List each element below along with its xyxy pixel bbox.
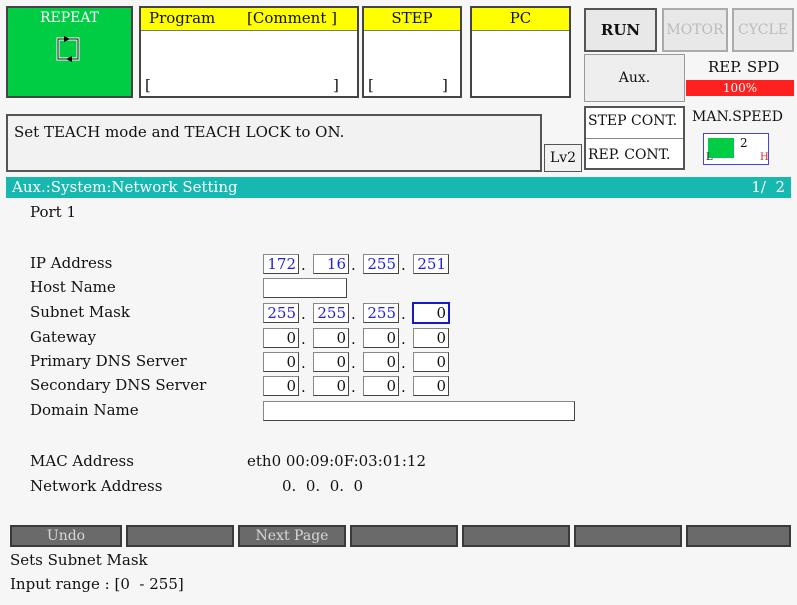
program-bracket-right: ] (333, 76, 339, 94)
subnet-dot: . (401, 305, 406, 323)
mac-address-label: MAC Address (30, 452, 134, 470)
comment-label: [Comment ] (247, 9, 337, 27)
port-label: Port 1 (30, 203, 77, 221)
gateway-dot: . (401, 330, 406, 348)
program-panel[interactable]: Program [Comment ] [ ] (139, 6, 359, 98)
page-indicator: 1/ 2 (751, 178, 785, 196)
dns2-octet-4[interactable]: 0 (413, 376, 449, 396)
function-key-2[interactable] (126, 525, 234, 547)
domain-name-field[interactable] (263, 401, 575, 421)
subnet-octet-3[interactable]: 255 (363, 303, 399, 323)
man-speed-gauge[interactable]: 2 L H (703, 133, 769, 165)
gateway-dot: . (301, 330, 306, 348)
ip-dot: . (351, 256, 356, 274)
pc-label: PC (472, 8, 569, 31)
screen-title-bar: Aux.:System:Network Setting 1/ 2 (6, 177, 791, 198)
run-button[interactable]: RUN (584, 8, 657, 52)
rep-spd-label: REP. SPD (708, 58, 780, 76)
host-name-field[interactable] (263, 278, 347, 298)
next-page-button[interactable]: Next Page (238, 525, 346, 547)
host-name-label: Host Name (30, 278, 116, 296)
dns2-dot: . (401, 378, 406, 396)
mac-address-value: eth0 00:09:0F:03:01:12 (247, 452, 426, 470)
gateway-octet-3[interactable]: 0 (363, 328, 399, 348)
subnet-octet-2[interactable]: 255 (313, 303, 349, 323)
dns1-octet-3[interactable]: 0 (363, 352, 399, 372)
gateway-octet-1[interactable]: 0 (263, 328, 299, 348)
subnet-octet-4[interactable]: 0 (412, 302, 450, 324)
cont-panel[interactable]: STEP CONT. REP. CONT. (584, 106, 685, 170)
pc-panel: PC (470, 6, 571, 98)
step-label: STEP (364, 8, 460, 31)
dns1-dot: . (401, 354, 406, 372)
ip-octet-2[interactable]: 16 (313, 254, 349, 274)
program-label: Program (149, 9, 216, 27)
man-speed-label: MAN.SPEED (692, 109, 783, 125)
subnet-octet-1[interactable]: 255 (263, 303, 299, 323)
man-speed-value: 2 (740, 136, 748, 150)
repeat-label: REPEAT (39, 10, 100, 26)
network-address-label: Network Address (30, 477, 163, 495)
gateway-octet-4[interactable]: 0 (413, 328, 449, 348)
rep-spd-value: 100% (686, 80, 794, 96)
dns2-dot: . (351, 378, 356, 396)
dns1-octet-2[interactable]: 0 (313, 352, 349, 372)
program-bracket-left: [ (145, 76, 151, 94)
dns1-octet-4[interactable]: 0 (413, 352, 449, 372)
network-address-value: 0. 0. 0. 0 (282, 477, 364, 495)
function-key-6[interactable] (574, 525, 682, 547)
dns2-octet-3[interactable]: 0 (363, 376, 399, 396)
subnet-mask-label: Subnet Mask (30, 303, 130, 321)
subnet-dot: . (301, 305, 306, 323)
program-header: Program [Comment ] (141, 8, 357, 31)
cont-divider (586, 138, 683, 139)
subnet-dot: . (351, 305, 356, 323)
step-bracket-right: ] (442, 76, 448, 94)
motor-button[interactable]: MOTOR (662, 8, 728, 52)
repeat-mode-indicator: REPEAT (6, 6, 133, 98)
function-key-5[interactable] (462, 525, 570, 547)
ip-octet-1[interactable]: 172 (263, 254, 299, 274)
function-key-7[interactable] (686, 525, 791, 547)
dns2-octet-1[interactable]: 0 (263, 376, 299, 396)
secondary-dns-label: Secondary DNS Server (30, 376, 207, 394)
message-text: Set TEACH mode and TEACH LOCK to ON. (14, 123, 345, 141)
undo-button[interactable]: Undo (10, 525, 122, 547)
step-bracket-left: [ (368, 76, 374, 94)
rep-cont-label: REP. CONT. (588, 147, 671, 163)
screen-path: Aux.:System:Network Setting (12, 178, 238, 196)
dns1-dot: . (351, 354, 356, 372)
ip-dot: . (301, 256, 306, 274)
help-line-1: Sets Subnet Mask (10, 551, 148, 569)
gateway-octet-2[interactable]: 0 (313, 328, 349, 348)
repeat-icon (56, 36, 80, 62)
ip-dot: . (401, 256, 406, 274)
gateway-dot: . (351, 330, 356, 348)
man-speed-low: L (706, 152, 713, 163)
step-cont-label: STEP CONT. (588, 113, 678, 129)
ip-label: IP Address (30, 254, 113, 272)
aux-button[interactable]: Aux. (584, 54, 685, 102)
domain-name-label: Domain Name (30, 401, 139, 419)
help-line-2: Input range : [0 - 255] (10, 575, 184, 593)
level-indicator: Lv2 (544, 144, 582, 172)
dns2-dot: . (301, 378, 306, 396)
cycle-button[interactable]: CYCLE (732, 8, 794, 52)
step-panel[interactable]: STEP [ ] (362, 6, 462, 98)
gateway-label: Gateway (30, 328, 97, 346)
primary-dns-label: Primary DNS Server (30, 352, 187, 370)
message-box: Set TEACH mode and TEACH LOCK to ON. (6, 114, 542, 172)
dns1-dot: . (301, 354, 306, 372)
man-speed-high: H (760, 152, 769, 163)
function-key-4[interactable] (350, 525, 458, 547)
ip-octet-3[interactable]: 255 (363, 254, 399, 274)
dns2-octet-2[interactable]: 0 (313, 376, 349, 396)
dns1-octet-1[interactable]: 0 (263, 352, 299, 372)
ip-octet-4[interactable]: 251 (413, 254, 449, 274)
